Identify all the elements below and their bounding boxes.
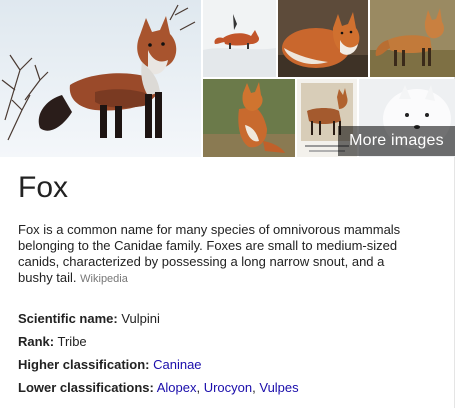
wikipedia-source-link[interactable]: Wikipedia <box>80 273 128 285</box>
link-alopex[interactable]: Alopex <box>157 380 197 395</box>
fact-label-rank: Rank: <box>18 334 55 349</box>
image-tile-fox-curled[interactable] <box>278 0 368 77</box>
entity-description: Fox is a common name for many species of… <box>18 222 408 287</box>
description-text: Fox is a common name for many species of… <box>18 222 401 285</box>
fact-lower-classifications: Lower classifications: Alopex, Urocyon, … <box>18 380 299 396</box>
fact-label-higher-classification: Higher classification: <box>18 357 150 372</box>
fact-label-scientific-name: Scientific name: <box>18 311 118 326</box>
fact-label-lower-classifications: Lower classifications: <box>18 380 154 395</box>
link-caninae[interactable]: Caninae <box>153 357 201 372</box>
fact-scientific-name: Scientific name: Vulpini <box>18 311 160 327</box>
entity-content: Fox Fox is a common name for many specie… <box>18 170 443 395</box>
link-vulpes[interactable]: Vulpes <box>259 380 298 395</box>
image-tile-main-fox-in-snow[interactable] <box>0 0 201 157</box>
entity-title: Fox <box>18 171 69 204</box>
link-urocyon[interactable]: Urocyon <box>204 380 252 395</box>
image-tile-fox-standing-grass[interactable] <box>370 0 455 77</box>
knowledge-panel: More images Fox Fox is a common name for… <box>0 0 455 408</box>
fact-value-scientific-name: Vulpini <box>121 311 160 326</box>
image-mosaic: More images <box>0 0 455 157</box>
fact-rank: Rank: Tribe <box>18 334 87 350</box>
more-images-button[interactable]: More images <box>338 126 455 156</box>
image-tile-fox-sitting[interactable] <box>203 79 295 157</box>
fact-higher-classification: Higher classification: Caninae <box>18 357 202 373</box>
separator-comma: , <box>196 380 204 395</box>
image-tile-fox-running-snow[interactable] <box>203 0 276 77</box>
fact-value-rank: Tribe <box>57 334 87 349</box>
